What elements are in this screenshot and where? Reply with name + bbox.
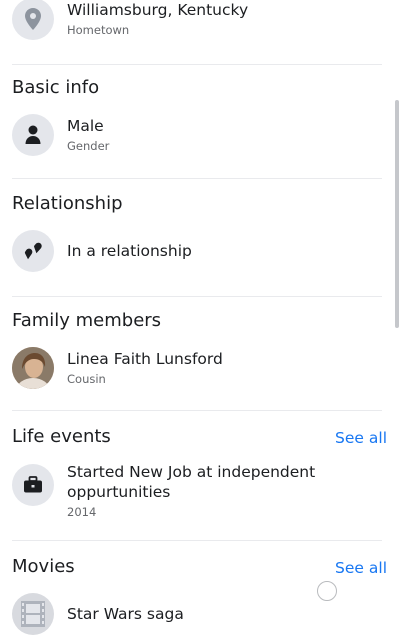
divider bbox=[12, 410, 382, 411]
movies-heading: Movies bbox=[12, 556, 75, 577]
divider bbox=[12, 64, 382, 65]
hometown-value: Williamsburg, Kentucky bbox=[67, 1, 249, 19]
family-member-row[interactable]: Linea Faith Lunsford Cousin bbox=[12, 347, 388, 389]
touch-indicator bbox=[317, 581, 337, 601]
gender-label: Gender bbox=[67, 139, 110, 153]
gender-row[interactable]: Male Gender bbox=[12, 114, 388, 156]
life-events-heading: Life events bbox=[12, 426, 111, 447]
gender-value: Male bbox=[67, 117, 104, 135]
movies-see-all-link[interactable]: See all bbox=[335, 558, 387, 578]
divider bbox=[12, 178, 382, 179]
life-event-year: 2014 bbox=[67, 505, 97, 519]
avatar[interactable] bbox=[12, 347, 54, 389]
life-events-see-all-link[interactable]: See all bbox=[335, 428, 387, 448]
briefcase-icon bbox=[12, 464, 54, 506]
relationship-heading: Relationship bbox=[12, 193, 123, 214]
scrollbar[interactable] bbox=[395, 100, 399, 328]
film-icon bbox=[12, 593, 54, 635]
hearts-icon bbox=[12, 230, 54, 272]
basic-info-heading: Basic info bbox=[12, 77, 100, 98]
hometown-label: Hometown bbox=[67, 23, 130, 37]
divider bbox=[12, 296, 382, 297]
family-heading: Family members bbox=[12, 310, 162, 331]
hometown-row[interactable]: Williamsburg, Kentucky Hometown bbox=[12, 0, 388, 40]
relationship-status: In a relationship bbox=[67, 242, 192, 260]
family-member-relation: Cousin bbox=[67, 372, 106, 386]
divider bbox=[12, 540, 382, 541]
person-icon bbox=[12, 114, 54, 156]
family-member-name: Linea Faith Lunsford bbox=[67, 350, 223, 368]
movie-title: Star Wars saga bbox=[67, 605, 184, 623]
life-event-row[interactable]: Started New Job at independent oppurtuni… bbox=[12, 462, 388, 520]
location-pin-icon bbox=[12, 0, 54, 40]
life-event-title: Started New Job at independent oppurtuni… bbox=[67, 463, 316, 501]
relationship-row[interactable]: In a relationship bbox=[12, 230, 388, 272]
